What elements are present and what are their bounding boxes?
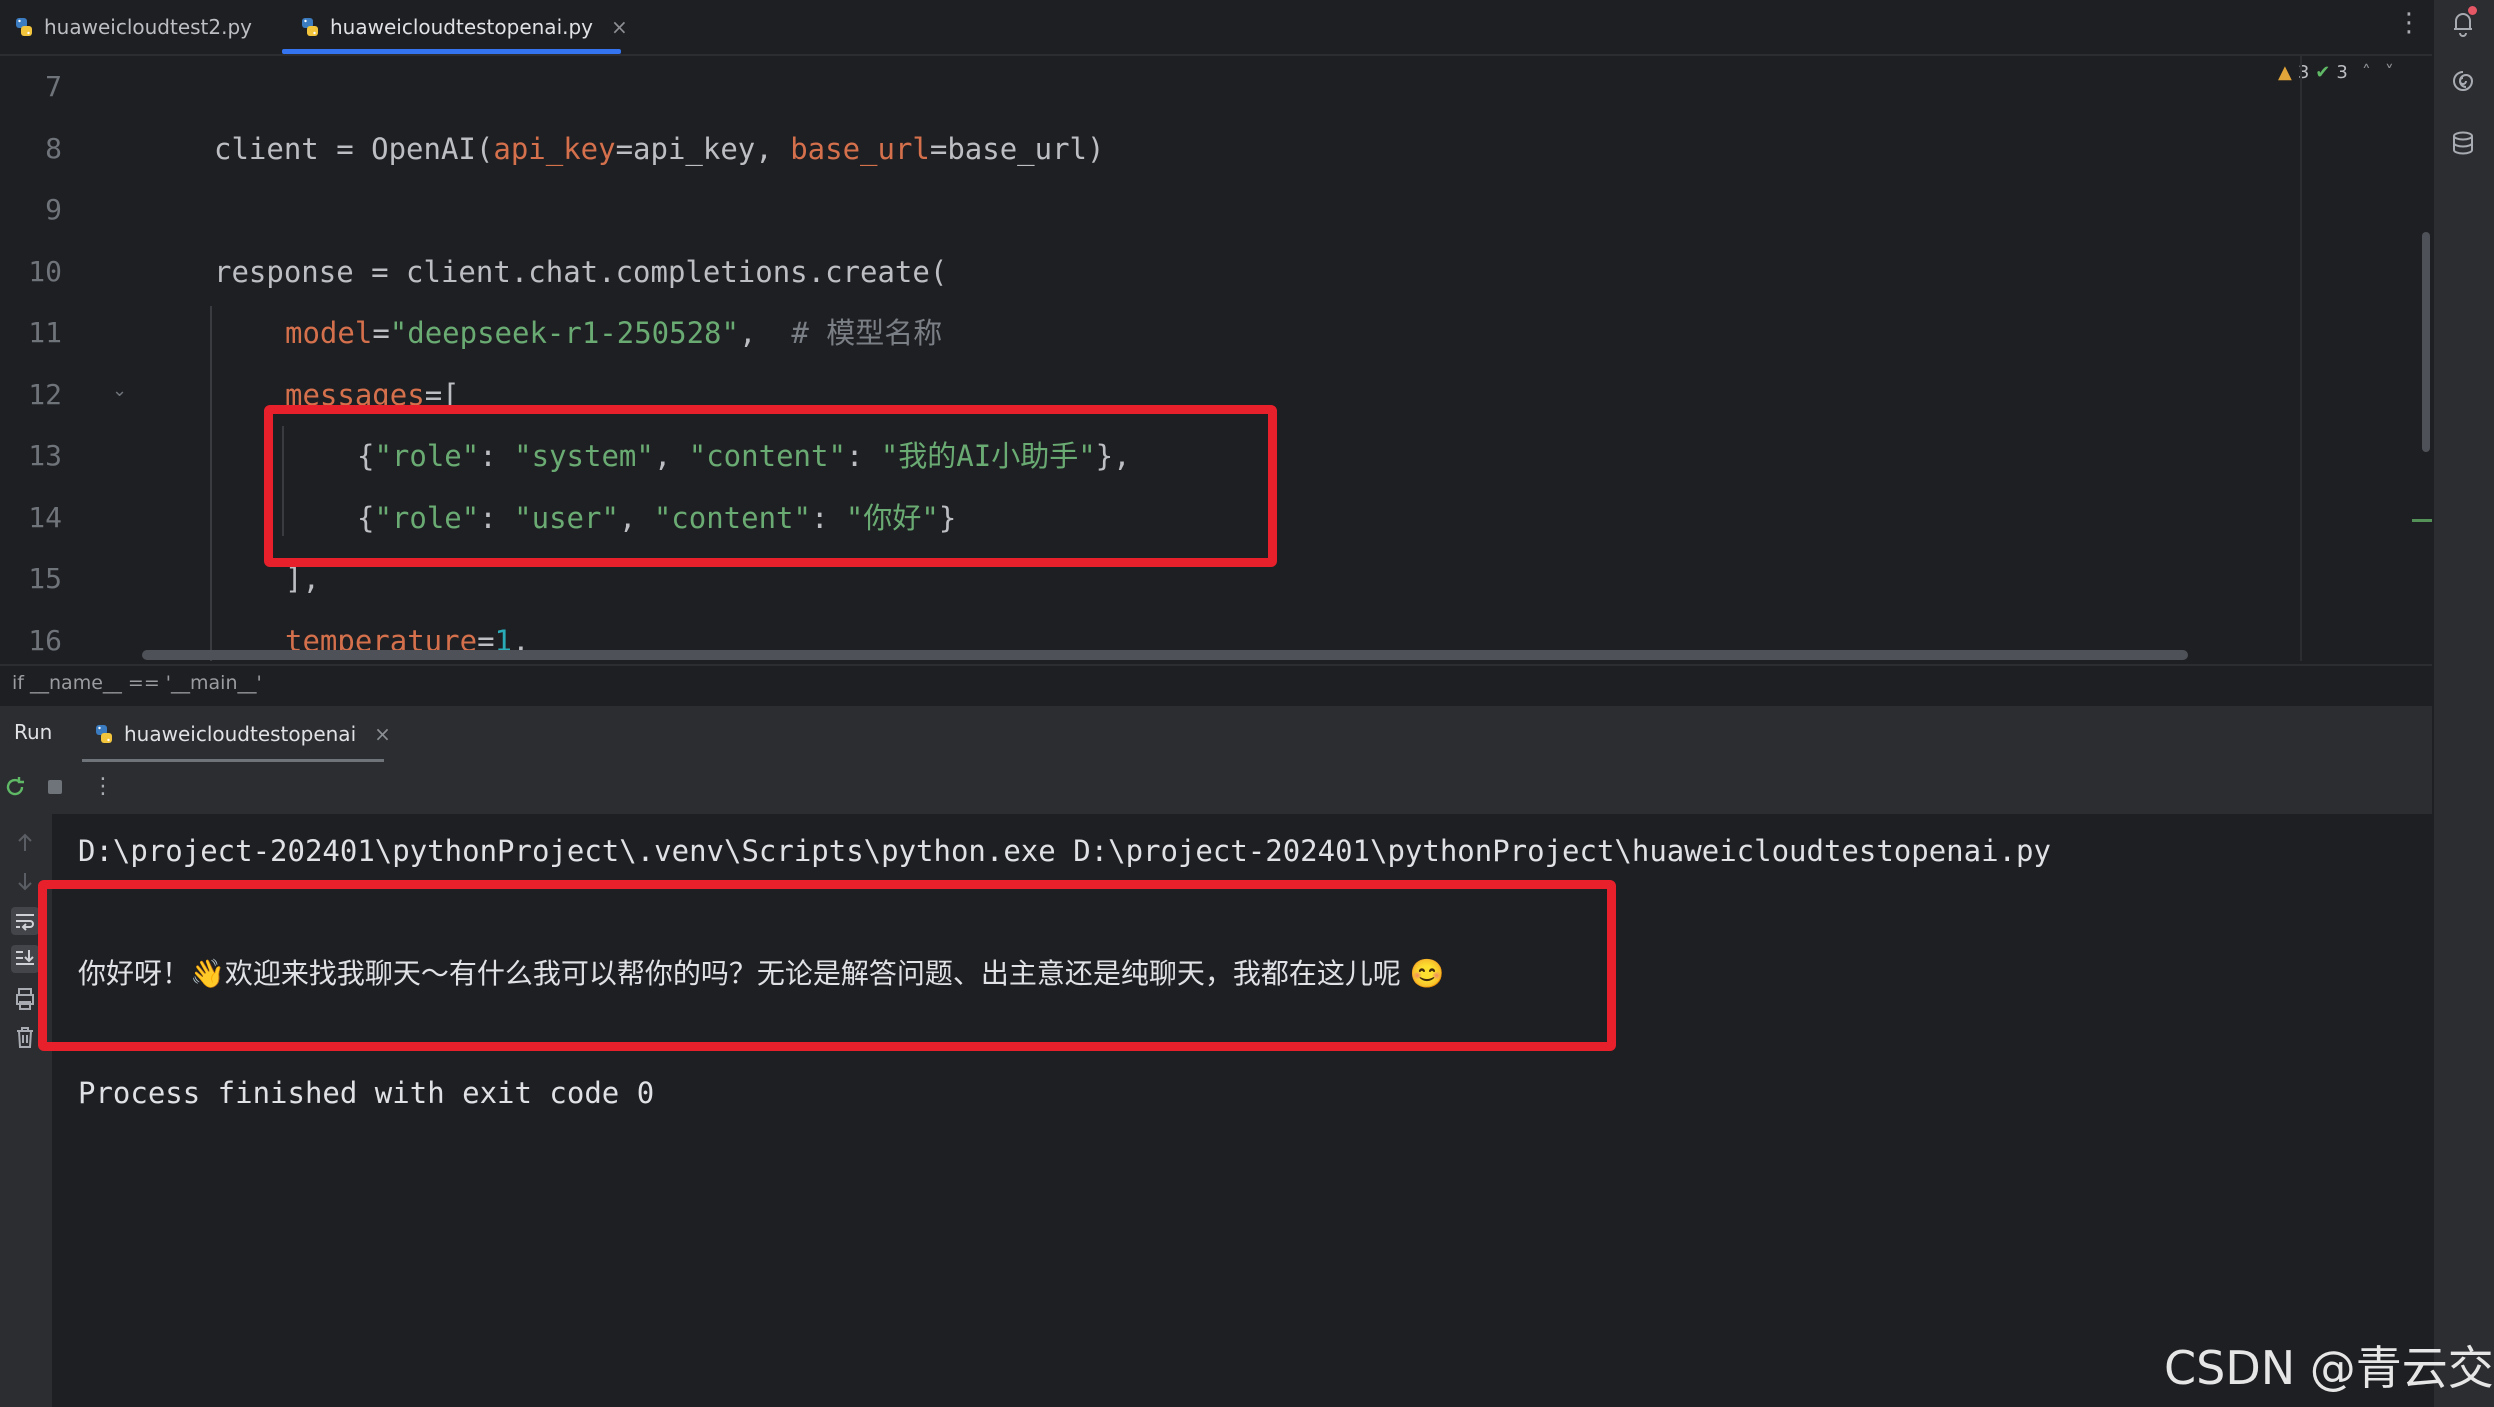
run-tab-label: huaweicloudtestopenai [124, 722, 357, 746]
run-tab-huaweicloudtestopenai[interactable]: huaweicloudtestopenai × [94, 706, 391, 762]
line-number: 12 [28, 378, 62, 411]
check-icon: ✔ [2315, 62, 2331, 83]
watermark: CSDN @青云交 [2164, 1341, 2494, 1395]
right-tool-strip [2432, 0, 2494, 1407]
ok-count: 3 [2336, 62, 2348, 83]
more-icon[interactable]: ⋮ [2396, 8, 2422, 38]
close-icon[interactable]: × [611, 15, 628, 39]
line-number: 10 [28, 255, 62, 288]
change-marker [2412, 519, 2432, 522]
rerun-icon[interactable] [2, 774, 28, 800]
scroll-to-end-icon[interactable] [10, 944, 40, 974]
tab-label: huaweicloudtest2.py [44, 15, 253, 39]
line-number: 9 [45, 193, 62, 226]
line-number: 16 [28, 624, 62, 657]
previous-problem-icon[interactable]: ˄ [2362, 62, 2371, 83]
warning-icon: ▲ [2278, 62, 2292, 83]
fold-toggle-icon[interactable]: ⌄ [112, 380, 127, 401]
line-number: 14 [28, 501, 62, 534]
python-file-icon [96, 725, 112, 743]
indent-guide [210, 306, 212, 661]
breadcrumb[interactable]: if __name__ == '__main__' [12, 672, 262, 694]
editor-vertical-scrollbar[interactable] [2422, 232, 2430, 452]
breadcrumb-bar [0, 664, 2432, 708]
tab-huaweicloudtest2[interactable]: huaweicloudtest2.py [14, 0, 252, 54]
next-problem-icon[interactable]: ˅ [2385, 62, 2394, 83]
editor-horizontal-scrollbar[interactable] [142, 650, 2188, 660]
close-icon[interactable]: × [374, 722, 391, 746]
line-number: 8 [45, 132, 62, 165]
python-file-icon [302, 18, 318, 36]
database-icon[interactable] [2448, 128, 2478, 158]
tab-huaweicloudtestopenai[interactable]: huaweicloudtestopenai.py × [300, 0, 628, 54]
stop-icon[interactable] [42, 774, 68, 800]
console-command-line: D:\project-202401\pythonProject\.venv\Sc… [78, 834, 2051, 868]
line-number: 13 [28, 439, 62, 472]
active-tab-indicator [282, 49, 621, 54]
print-icon[interactable] [10, 984, 40, 1014]
annotation-box-messages [264, 405, 1277, 567]
code-line-8: client = OpenAI(api_key=api_key, base_ur… [214, 132, 1105, 166]
editor-right-margin [2300, 56, 2302, 661]
trash-icon[interactable] [10, 1022, 40, 1052]
code-line-11: model="deepseek-r1-250528", # 模型名称 [285, 316, 943, 350]
scroll-up-icon[interactable] [10, 828, 40, 858]
python-file-icon [16, 18, 32, 36]
run-panel-title: Run [14, 720, 53, 744]
line-number: 15 [28, 562, 62, 595]
notification-dot [2468, 6, 2477, 15]
soft-wrap-icon[interactable] [10, 906, 40, 936]
code-line-10: response = client.chat.completions.creat… [214, 255, 948, 289]
tab-label: huaweicloudtestopenai.py [330, 15, 594, 39]
run-toolbar [0, 762, 2432, 816]
code-editor[interactable]: client = OpenAI(api_key=api_key, base_ur… [138, 56, 2302, 661]
ai-assistant-spiral-icon[interactable] [2448, 66, 2478, 96]
inspection-widget[interactable]: ▲ 3 ✔ 3 ˄ ˅ [2278, 62, 2394, 83]
console-exit-message: Process finished with exit code 0 [78, 1076, 655, 1110]
more-icon[interactable]: ⋮ [92, 774, 114, 799]
line-number: 11 [28, 316, 62, 349]
line-number: 7 [45, 70, 62, 103]
annotation-box-output [38, 880, 1616, 1051]
scroll-down-icon[interactable] [10, 866, 40, 896]
